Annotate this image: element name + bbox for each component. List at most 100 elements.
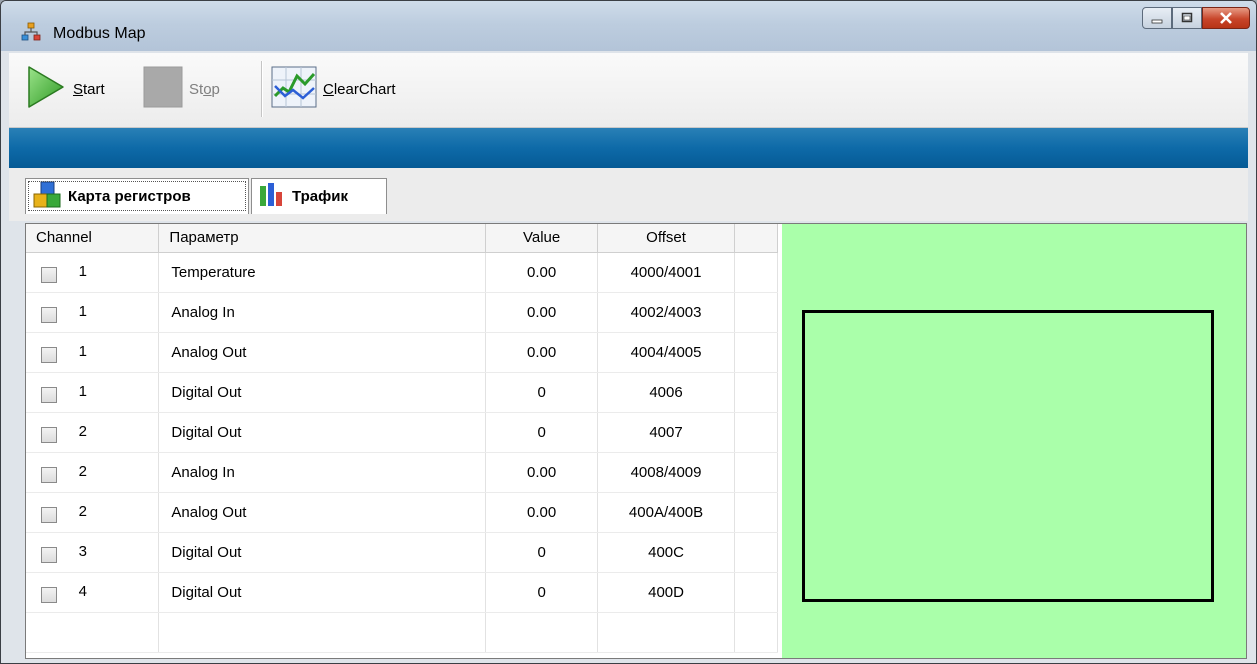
offset-cell: 400A/400B (597, 492, 735, 533)
chart-area (782, 224, 1246, 658)
header-band (9, 128, 1248, 168)
row-checkbox[interactable] (41, 547, 57, 563)
table-row[interactable]: 3 Digital Out 0 400C (26, 532, 778, 573)
channel-number: 1 (78, 382, 87, 400)
column-header-channel[interactable]: Channel (26, 224, 160, 253)
network-icon (21, 22, 41, 42)
value-cell: 0.00 (485, 452, 599, 493)
empty-cell (734, 292, 778, 333)
close-button[interactable] (1202, 7, 1250, 29)
clear-chart-label: ClearChart (323, 80, 396, 98)
value-cell: 0.00 (485, 252, 599, 293)
table-row[interactable]: 1 Digital Out 0 4006 (26, 372, 778, 413)
window-title: Modbus Map (53, 25, 146, 42)
tab-label: Карта регистров (68, 188, 191, 205)
offset-cell: 400D (597, 572, 735, 613)
row-checkbox[interactable] (41, 307, 57, 323)
offset-cell: 4000/4001 (597, 252, 735, 293)
offset-cell: 4006 (597, 372, 735, 413)
table-row[interactable]: 1 Analog Out 0.00 4004/4005 (26, 332, 778, 373)
channel-cell: 1 (26, 332, 160, 373)
channel-number: 2 (78, 462, 87, 480)
row-checkbox[interactable] (41, 267, 57, 283)
cubes-icon (32, 181, 62, 213)
parameter-cell: Temperature (158, 252, 487, 293)
parameter-cell: Digital Out (158, 372, 487, 413)
channel-cell: 4 (26, 572, 160, 613)
row-checkbox[interactable] (41, 467, 57, 483)
empty-cell (597, 612, 735, 653)
table-row[interactable]: 1 Temperature 0.00 4000/4001 (26, 252, 778, 293)
value-cell: 0 (485, 572, 599, 613)
channel-cell: 3 (26, 532, 160, 573)
channel-cell: 2 (26, 452, 160, 493)
tab-traffic[interactable]: Трафик (251, 178, 387, 214)
window-controls (1142, 7, 1250, 29)
channel-cell: 1 (26, 252, 160, 293)
channel-cell: 2 (26, 492, 160, 533)
table-row[interactable]: 1 Analog In 0.00 4002/4003 (26, 292, 778, 333)
row-checkbox[interactable] (41, 507, 57, 523)
channel-cell: 2 (26, 412, 160, 453)
empty-cell (734, 372, 778, 413)
value-cell: 0 (485, 372, 599, 413)
table-header-row: Channel Параметр Value Offset (26, 224, 778, 253)
channel-number: 1 (78, 302, 87, 320)
table-row[interactable]: 2 Analog Out 0.00 400A/400B (26, 492, 778, 533)
value-cell: 0.00 (485, 332, 599, 373)
start-button[interactable]: Start (25, 63, 105, 115)
value-cell: 0.00 (485, 292, 599, 333)
empty-cell (26, 612, 160, 653)
parameter-cell: Digital Out (158, 532, 487, 573)
channel-number: 1 (78, 342, 87, 360)
parameter-cell: Digital Out (158, 412, 487, 453)
parameter-cell: Analog In (158, 452, 487, 493)
table-row[interactable]: 4 Digital Out 0 400D (26, 572, 778, 613)
channel-number: 2 (78, 422, 87, 440)
offset-cell: 4008/4009 (597, 452, 735, 493)
channel-number: 3 (78, 542, 87, 560)
table-row[interactable]: 2 Analog In 0.00 4008/4009 (26, 452, 778, 493)
stop-icon (143, 64, 183, 114)
clear-chart-button[interactable]: ClearChart (271, 63, 396, 115)
minimize-icon (1151, 19, 1163, 24)
close-icon (1220, 12, 1232, 24)
offset-cell: 400C (597, 532, 735, 573)
channel-number: 4 (78, 582, 87, 600)
empty-cell (734, 612, 778, 653)
tab-label: Трафик (292, 188, 348, 205)
column-header-parameter[interactable]: Параметр (158, 224, 487, 253)
title-bar[interactable]: Modbus Map (1, 1, 1256, 51)
empty-cell (485, 612, 599, 653)
column-header-empty (734, 224, 778, 253)
row-checkbox[interactable] (41, 347, 57, 363)
channel-number: 1 (78, 262, 87, 280)
minimize-button[interactable] (1142, 7, 1172, 29)
empty-cell (734, 412, 778, 453)
chart-icon (271, 66, 317, 112)
column-header-value[interactable]: Value (485, 224, 599, 253)
table-row[interactable]: 2 Digital Out 0 4007 (26, 412, 778, 453)
column-header-offset[interactable]: Offset (597, 224, 735, 253)
toolbar: Start Stop ClearChart (9, 53, 1248, 128)
channel-number: 2 (78, 502, 87, 520)
register-table: Channel Параметр Value Offset 1 Temperatu… (26, 224, 778, 653)
offset-cell: 4004/4005 (597, 332, 735, 373)
empty-cell (734, 572, 778, 613)
row-checkbox[interactable] (41, 587, 57, 603)
maximize-button[interactable] (1172, 7, 1202, 29)
table-row-empty (26, 612, 778, 653)
empty-cell (734, 532, 778, 573)
empty-cell (734, 332, 778, 373)
stop-button[interactable]: Stop (143, 63, 220, 115)
start-label: Start (73, 80, 105, 98)
offset-cell: 4002/4003 (597, 292, 735, 333)
tab-strip: Карта регистров Трафик (9, 168, 1248, 221)
row-checkbox[interactable] (41, 427, 57, 443)
tab-register-map[interactable]: Карта регистров (25, 178, 249, 214)
offset-cell: 4007 (597, 412, 735, 453)
channel-cell: 1 (26, 292, 160, 333)
row-checkbox[interactable] (41, 387, 57, 403)
value-cell: 0 (485, 412, 599, 453)
app-window: Modbus Map Start Stop ClearChart Карта р… (0, 0, 1257, 664)
